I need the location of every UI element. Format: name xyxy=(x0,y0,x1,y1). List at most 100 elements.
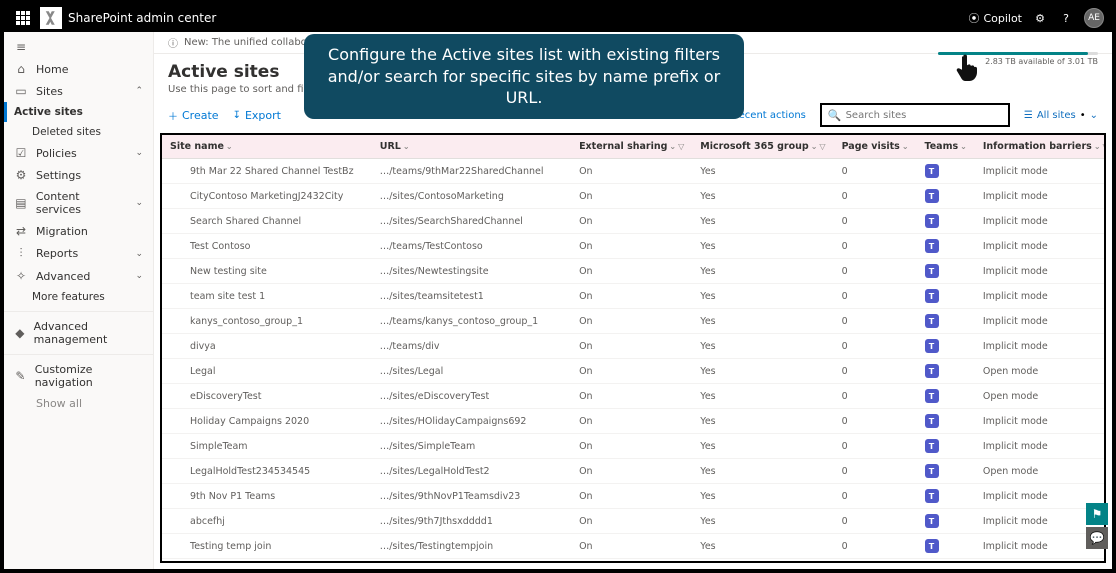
nav-label: Customize navigation xyxy=(35,363,143,389)
table-row[interactable]: Contoso VIP Events1…/sites/ContosoVIPEve… xyxy=(162,559,1106,564)
cell: On xyxy=(571,384,692,409)
nav-sub-item[interactable]: Active sites xyxy=(4,102,153,122)
table-row[interactable]: CityContoso MarketingJ2432City…/sites/Co… xyxy=(162,184,1106,209)
cell: …/sites/SearchSharedChannel xyxy=(372,209,571,234)
nav-item[interactable]: Show all xyxy=(4,393,153,414)
cell: Implicit mode xyxy=(975,209,1106,234)
nav-item[interactable]: ≡ xyxy=(4,36,153,58)
search-input[interactable] xyxy=(846,110,1002,121)
cell: 𝗧 xyxy=(917,234,975,259)
cell: 0 xyxy=(834,484,917,509)
cell: Yes xyxy=(692,259,833,284)
teams-icon: 𝗧 xyxy=(925,414,939,428)
search-box[interactable]: 🔍 xyxy=(820,103,1010,127)
cell: 𝗧 xyxy=(917,159,975,184)
chevron-down-icon: ⌄ xyxy=(1090,110,1098,121)
settings-icon[interactable]: ⚙ xyxy=(1032,10,1048,26)
table-row[interactable]: team site test 1…/sites/teamsitetest1OnY… xyxy=(162,284,1106,309)
hamburger-icon: ≡ xyxy=(14,40,28,54)
copilot-button[interactable]: ⦿Copilot xyxy=(968,10,1022,26)
table-row[interactable]: LegalHoldTest234534545…/sites/LegalHoldT… xyxy=(162,459,1106,484)
cell: 𝗧 xyxy=(917,259,975,284)
chevron-icon: ⌃ xyxy=(135,86,143,96)
cell: Implicit mode xyxy=(975,334,1106,359)
table-row[interactable]: Holiday Campaigns 2020…/sites/HOlidayCam… xyxy=(162,409,1106,434)
sites-table-wrap[interactable]: Site name⌄URL⌄External sharing⌄▽Microsof… xyxy=(160,133,1106,563)
chat-button[interactable]: 💬 xyxy=(1086,527,1108,549)
table-row[interactable]: abcefhj…/sites/9th7Jthsxdddd1OnYes0𝗧Impl… xyxy=(162,509,1106,534)
cell: On xyxy=(571,284,692,309)
nav-item[interactable]: ⚙Settings xyxy=(4,164,153,186)
column-header[interactable]: Microsoft 365 group⌄▽ xyxy=(692,135,833,159)
storage-text: 2.83 TB available of 3.01 TB xyxy=(985,57,1098,66)
nav-sub-item[interactable]: More features xyxy=(4,287,153,307)
table-row[interactable]: Testing temp join…/sites/Testingtempjoin… xyxy=(162,534,1106,559)
cell: 𝗧 xyxy=(917,284,975,309)
table-row[interactable]: Search Shared Channel…/sites/SearchShare… xyxy=(162,209,1106,234)
column-header[interactable]: Information barriers⌄▽ xyxy=(975,135,1106,159)
nav-item[interactable]: ◆Advanced management xyxy=(4,316,153,350)
column-header[interactable]: Page visits⌄ xyxy=(834,135,917,159)
cell: Open mode xyxy=(975,559,1106,564)
cell: …/sites/9thNovP1Teamsdiv23 xyxy=(372,484,571,509)
cell: 𝗧 xyxy=(917,334,975,359)
nav-item[interactable]: ▤Content services⌄ xyxy=(4,186,153,220)
column-header[interactable]: Site name⌄ xyxy=(162,135,372,159)
nav-sub-item[interactable]: Deleted sites xyxy=(4,122,153,142)
nav-item[interactable]: ⫶Reports⌄ xyxy=(4,242,153,265)
column-header[interactable]: URL⌄ xyxy=(372,135,571,159)
nav-item[interactable]: ✧Advanced⌄ xyxy=(4,265,153,287)
all-sites-filter[interactable]: ☰All sites•⌄ xyxy=(1024,110,1098,121)
cell: 0 xyxy=(834,284,917,309)
cell: kanys_contoso_group_1 xyxy=(162,309,372,334)
feedback-button[interactable]: ⚑ xyxy=(1086,503,1108,525)
cell: Holiday Campaigns 2020 xyxy=(162,409,372,434)
table-row[interactable]: 9th Nov P1 Teams…/sites/9thNovP1Teamsdiv… xyxy=(162,484,1106,509)
table-row[interactable]: kanys_contoso_group_1…/teams/kanys_conto… xyxy=(162,309,1106,334)
info-icon: ⓘ xyxy=(168,35,178,50)
column-header[interactable]: External sharing⌄▽ xyxy=(571,135,692,159)
nav-item[interactable]: ▭Sites⌃ xyxy=(4,80,153,102)
create-label: Create xyxy=(182,109,219,122)
app-launcher-icon[interactable] xyxy=(12,7,34,29)
table-row[interactable]: divya…/teams/divOnYes0𝗧Implicit mode21👤G… xyxy=(162,334,1106,359)
cell: Implicit mode xyxy=(975,259,1106,284)
cell: Implicit mode xyxy=(975,184,1106,209)
nav-icon: ▭ xyxy=(14,84,28,98)
column-header[interactable]: Teams⌄ xyxy=(917,135,975,159)
cell: On xyxy=(571,509,692,534)
nav-item[interactable]: ⇄Migration xyxy=(4,220,153,242)
table-row[interactable]: Legal…/sites/LegalOnYes0𝗧Open mode50👤Gro… xyxy=(162,359,1106,384)
cell: Yes xyxy=(692,409,833,434)
left-nav: ≡ ⌂Home▭Sites⌃Active sitesDeleted sites☑P… xyxy=(4,32,154,569)
tenant-logo xyxy=(40,7,62,29)
table-row[interactable]: SimpleTeam…/sites/SimpleTeamOnYes0𝗧Impli… xyxy=(162,434,1106,459)
nav-item[interactable]: ✎Customize navigation xyxy=(4,359,153,393)
cell: Open mode xyxy=(975,359,1106,384)
cell: Yes xyxy=(692,534,833,559)
nav-label: Policies xyxy=(36,147,77,160)
export-button[interactable]: ↧Export xyxy=(233,109,281,122)
table-row[interactable]: 9th Mar 22 Shared Channel TestBz…/teams/… xyxy=(162,159,1106,184)
teams-icon: 𝗧 xyxy=(925,339,939,353)
table-row[interactable]: New testing site…/sites/NewtestingsiteOn… xyxy=(162,259,1106,284)
cell: 9th Nov P1 Teams xyxy=(162,484,372,509)
table-row[interactable]: eDiscoveryTest…/sites/eDiscoveryTestOnYe… xyxy=(162,384,1106,409)
cell: Implicit mode xyxy=(975,159,1106,184)
cell: Yes xyxy=(692,209,833,234)
nav-item[interactable]: ⌂Home xyxy=(4,58,153,80)
table-row[interactable]: Test Contoso…/teams/TestContosoOnYes0𝗧Im… xyxy=(162,234,1106,259)
account-avatar[interactable]: AE xyxy=(1084,8,1104,28)
help-icon[interactable]: ? xyxy=(1058,10,1074,26)
cell: Implicit mode xyxy=(975,284,1106,309)
cell: 0 xyxy=(834,559,917,564)
cell: 𝗧 xyxy=(917,459,975,484)
cell: Yes xyxy=(692,234,833,259)
cell: Yes xyxy=(692,184,833,209)
cell: 0 xyxy=(834,234,917,259)
create-button[interactable]: ＋Create xyxy=(168,108,219,123)
cell: On xyxy=(571,309,692,334)
cell: Yes xyxy=(692,509,833,534)
cell: …/sites/HOlidayCampaigns692 xyxy=(372,409,571,434)
nav-item[interactable]: ☑Policies⌄ xyxy=(4,142,153,164)
